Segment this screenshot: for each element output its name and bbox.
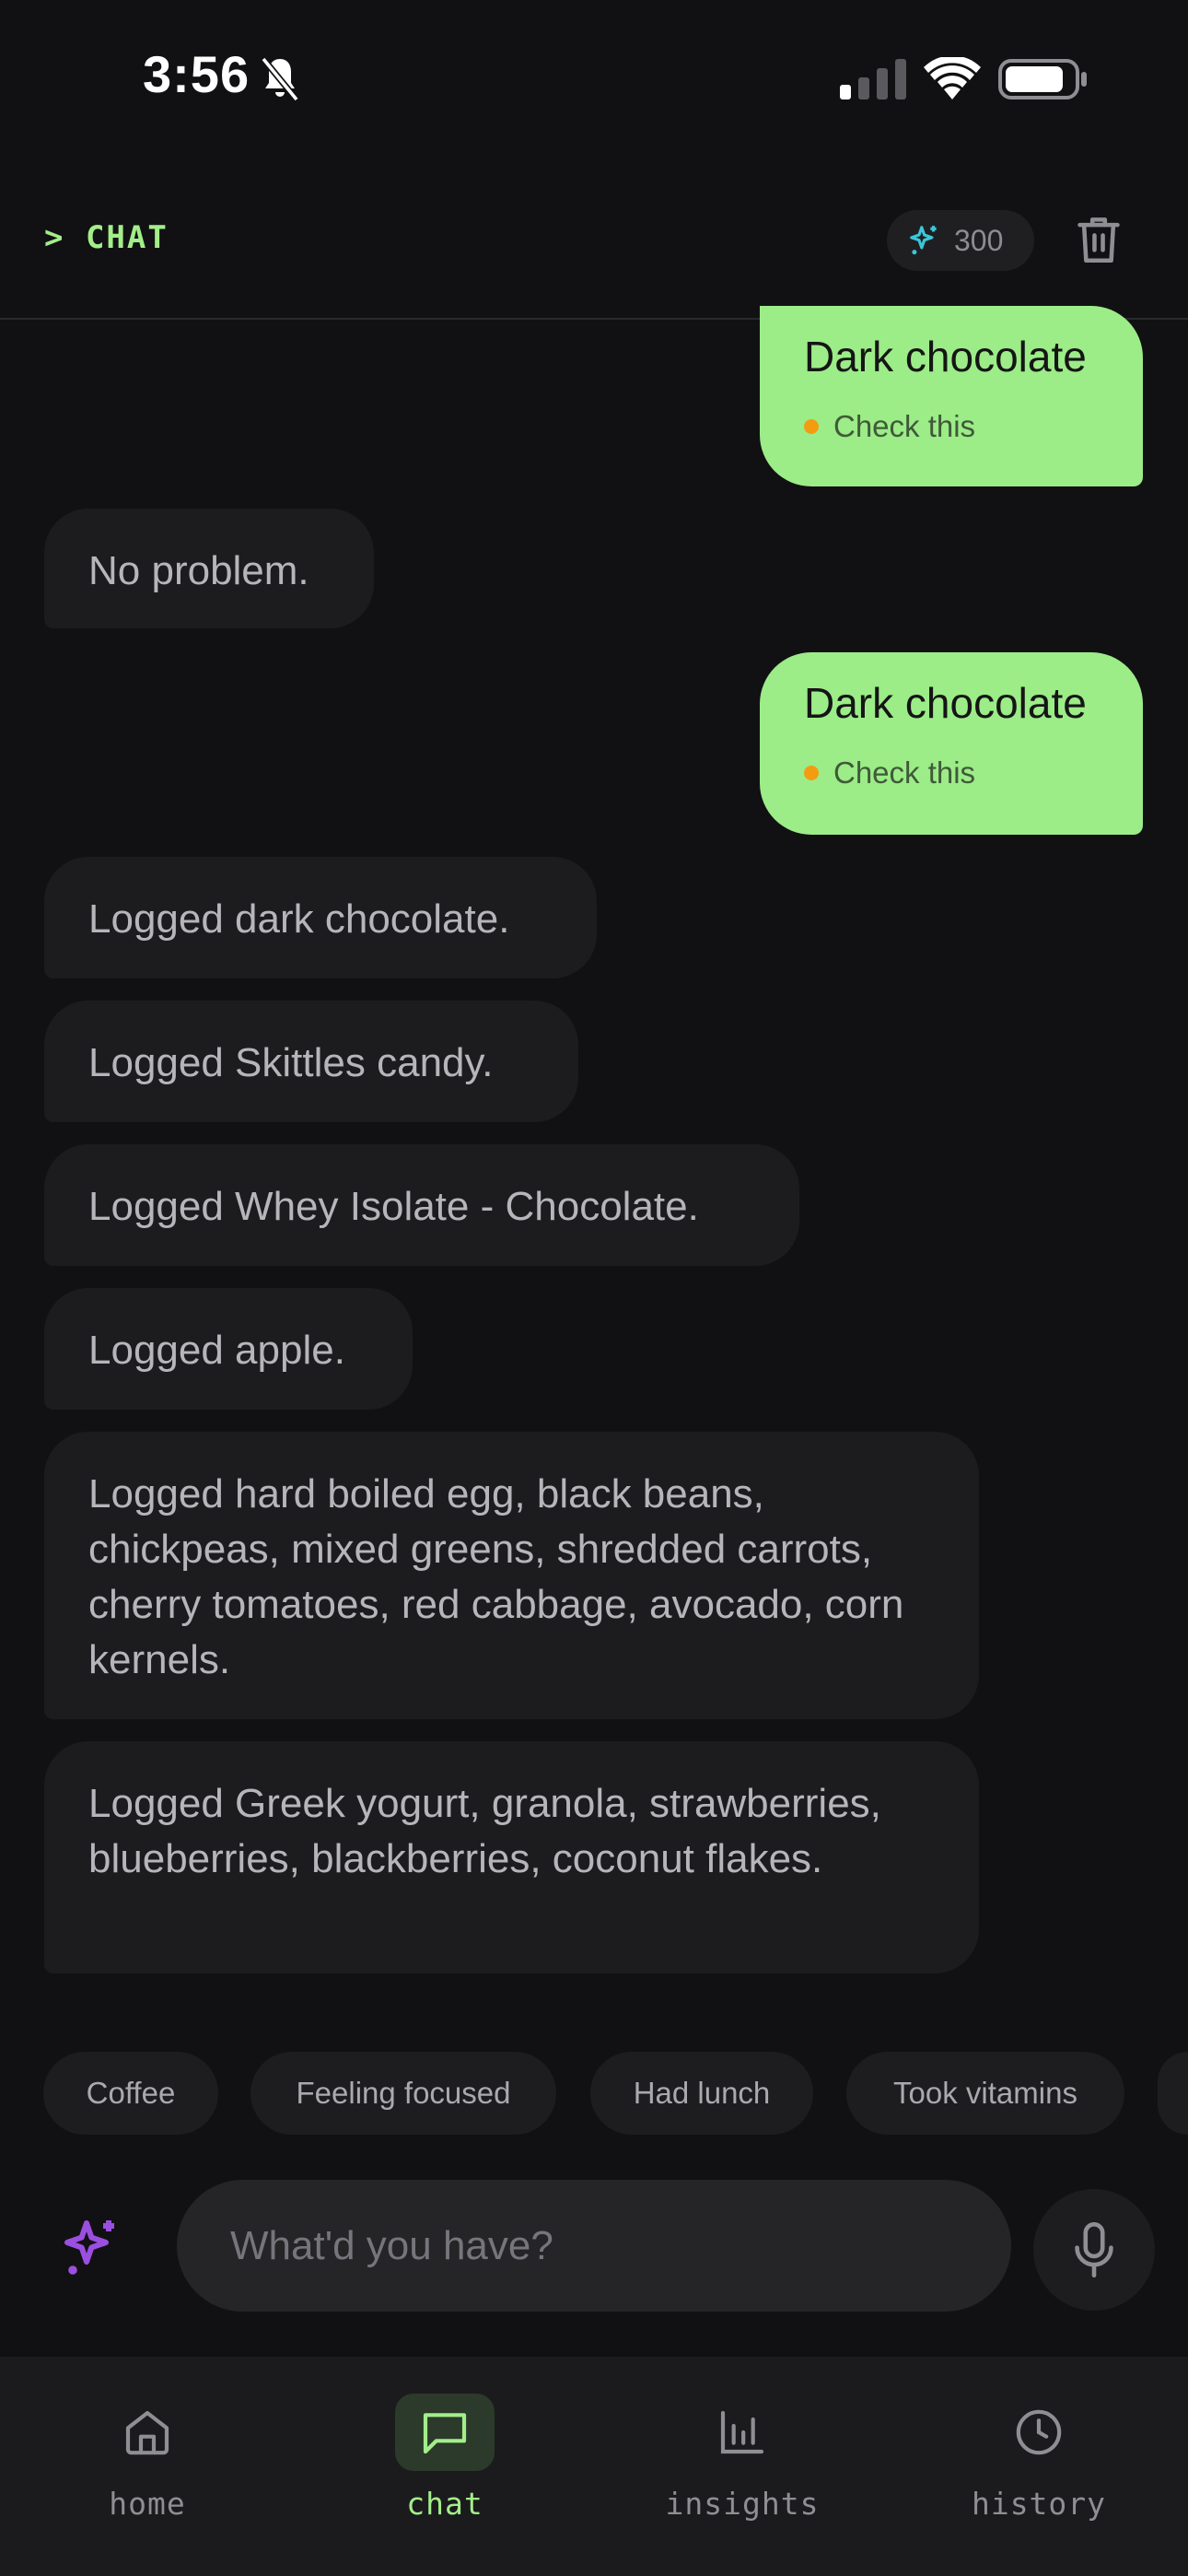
message-input[interactable] [177, 2180, 1011, 2312]
clock-icon [1016, 2409, 1062, 2455]
nav-icon-container [98, 2394, 197, 2471]
bar-chart-icon [720, 2410, 764, 2454]
message-status[interactable]: Check this [804, 755, 975, 790]
credits-count: 300 [954, 224, 1004, 257]
sparkle-icon [910, 226, 937, 255]
status-text: Check this [833, 755, 976, 790]
microphone-icon [1075, 2222, 1113, 2277]
user-message[interactable]: Dark chocolate Check this [760, 306, 1143, 486]
message-text: Dark chocolate [804, 679, 1087, 727]
assistant-message: Logged hard boiled egg, black beans, chi… [44, 1432, 979, 1719]
trash-icon[interactable] [1076, 214, 1122, 265]
status-time: 3:56 [143, 45, 250, 103]
assistant-message: Logged apple. [44, 1288, 413, 1410]
message-text: Logged apple. [88, 1328, 345, 1373]
sparkle-icon[interactable] [59, 2215, 125, 2281]
assistant-message: Logged Whey Isolate - Chocolate. [44, 1144, 799, 1266]
status-dot-icon [804, 419, 819, 434]
suggestion-chip[interactable]: Took vitamins [846, 2052, 1124, 2135]
nav-icon-container [989, 2394, 1089, 2471]
message-text: Logged dark chocolate. [88, 896, 510, 942]
nav-icon-container [693, 2394, 792, 2471]
message-text: No problem. [88, 548, 309, 593]
nav-label: insights [665, 2486, 820, 2522]
message-text: Logged hard boiled egg, black beans, chi… [88, 1471, 904, 1682]
credits-badge[interactable]: 300 [887, 210, 1034, 271]
assistant-message: Logged Skittles candy. [44, 1001, 578, 1122]
nav-icon-container [395, 2394, 495, 2471]
nav-label: history [971, 2486, 1107, 2522]
assistant-message: No problem. [44, 509, 374, 628]
suggestion-chip[interactable]: Coffee [43, 2052, 218, 2135]
cellular-signal-icon [840, 59, 906, 100]
wifi-icon [924, 57, 981, 100]
microphone-button[interactable] [1033, 2189, 1155, 2311]
message-text: Logged Whey Isolate - Chocolate. [88, 1184, 699, 1229]
nav-home[interactable]: home [37, 2386, 258, 2543]
message-text: Logged Skittles candy. [88, 1040, 494, 1085]
assistant-message: Logged Greek yogurt, granola, strawberri… [44, 1741, 979, 1973]
suggestion-chip[interactable]: Feeling focused [250, 2052, 556, 2135]
battery-icon [998, 59, 1087, 100]
suggestion-chip[interactable]: Had lunch [590, 2052, 813, 2135]
assistant-message: Logged dark chocolate. [44, 857, 597, 978]
home-icon [125, 2410, 169, 2455]
nav-label: chat [406, 2486, 483, 2522]
status-dot-icon [804, 766, 819, 780]
page-title: > CHAT [44, 219, 169, 256]
message-text: Logged Greek yogurt, granola, strawberri… [88, 1781, 881, 1881]
nav-history[interactable]: history [928, 2386, 1149, 2543]
suggestion-chip-overflow[interactable] [1158, 2052, 1188, 2135]
message-status[interactable]: Check this [804, 409, 975, 444]
chat-icon [423, 2413, 467, 2454]
nav-insights[interactable]: insights [632, 2386, 853, 2543]
status-text: Check this [833, 409, 976, 443]
message-text: Dark chocolate [804, 333, 1087, 381]
user-message[interactable]: Dark chocolate Check this [760, 652, 1143, 835]
nav-label: home [109, 2486, 186, 2522]
nav-chat[interactable]: chat [334, 2386, 555, 2543]
bell-muted-icon [261, 56, 299, 102]
